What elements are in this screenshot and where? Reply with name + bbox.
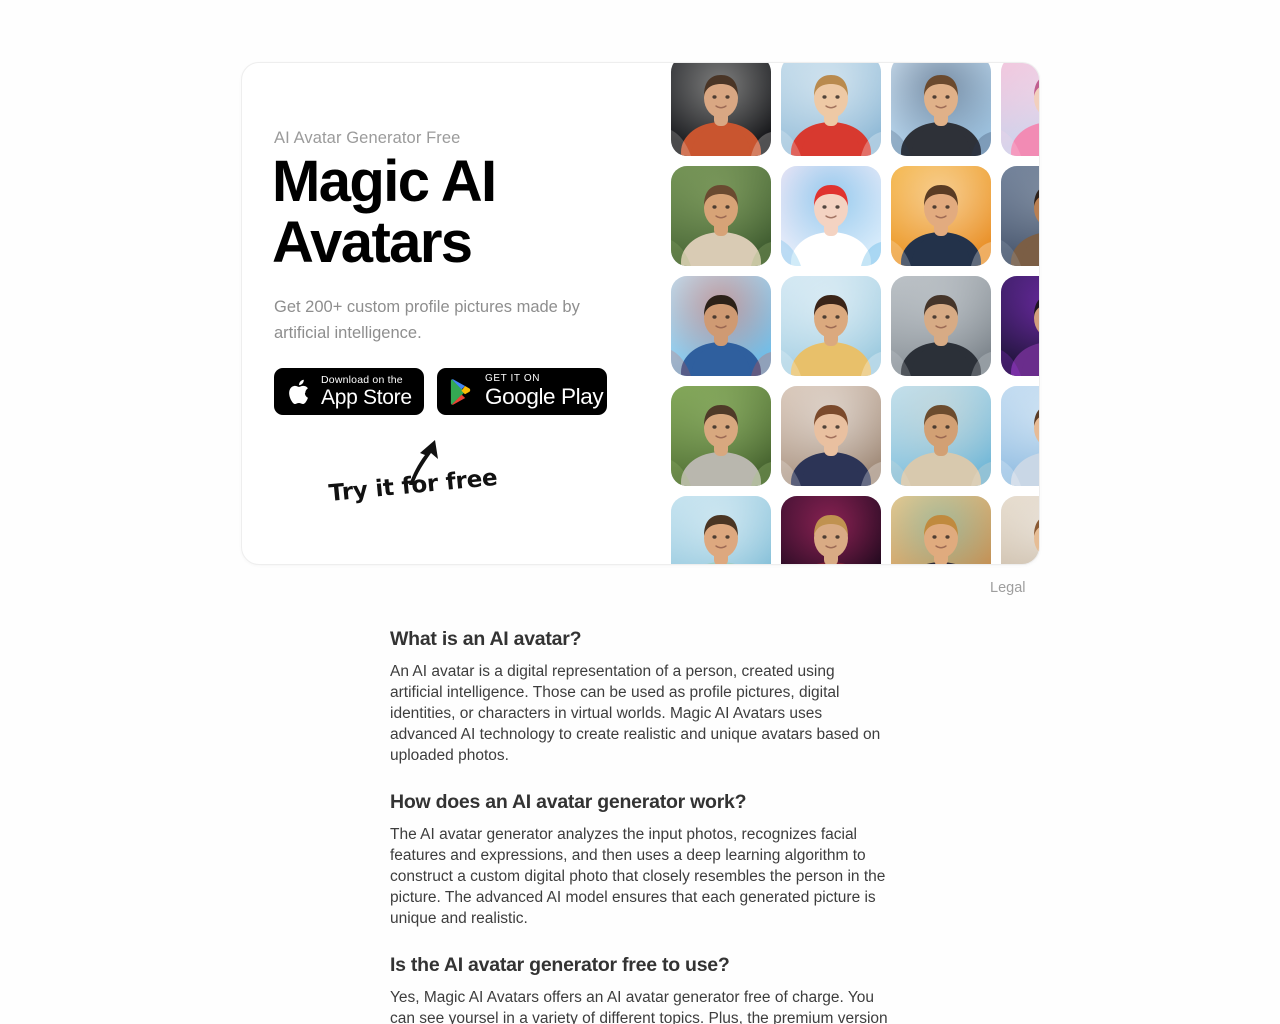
app-store-labels: Download on the App Store — [321, 375, 412, 409]
page-title: Magic AI Avatars — [272, 149, 497, 275]
google-play-labels: GET IT ON Google Play — [485, 373, 604, 410]
faq-item: How does an AI avatar generator work? Th… — [390, 791, 890, 929]
avatar-thumbnail — [781, 386, 881, 486]
avatar-thumbnail — [891, 276, 991, 376]
avatar-thumbnail — [1001, 276, 1039, 376]
landing-page: AI Avatar Generator Free Magic AI Avatar… — [0, 0, 1280, 1024]
avatar-thumbnail — [781, 496, 881, 564]
google-play-small-label: GET IT ON — [485, 373, 541, 385]
try-it-free-annotation: Try it for free — [328, 438, 529, 528]
faq-answer: The AI avatar generator analyzes the inp… — [390, 826, 886, 927]
avatar-thumbnail — [1001, 496, 1039, 564]
app-store-big-label: App Store — [321, 386, 412, 410]
app-store-button[interactable]: Download on the App Store — [274, 368, 424, 415]
google-play-logo-icon — [450, 378, 471, 405]
avatar-thumbnail — [781, 276, 881, 376]
hero-eyebrow: AI Avatar Generator Free — [274, 129, 461, 147]
avatar-thumbnail — [671, 276, 771, 376]
faq-question: What is an AI avatar? — [390, 628, 582, 650]
avatar-thumbnail — [1001, 386, 1039, 486]
avatar-thumbnail — [1001, 166, 1039, 266]
faq-item: Is the AI avatar generator free to use? … — [390, 954, 890, 1024]
faq-answer: An AI avatar is a digital representation… — [390, 663, 881, 764]
avatar-thumbnail — [781, 166, 881, 266]
avatar-thumbnail — [891, 63, 991, 156]
avatar-thumbnail — [671, 63, 771, 156]
faq-item: What is an AI avatar? An AI avatar is a … — [390, 628, 890, 766]
hero-subtitle: Get 200+ custom profile pictures made by… — [274, 298, 580, 342]
hero-card: AI Avatar Generator Free Magic AI Avatar… — [241, 62, 1040, 565]
google-play-big-label: Google Play — [485, 384, 604, 410]
avatar-thumbnail — [891, 496, 991, 564]
avatar-thumbnail — [781, 63, 881, 156]
faq-question: Is the AI avatar generator free to use? — [390, 954, 730, 976]
legal-link[interactable]: Legal — [990, 580, 1025, 596]
avatar-thumbnail — [891, 166, 991, 266]
app-store-small-label: Download on the — [321, 373, 403, 386]
faq-section: What is an AI avatar? An AI avatar is a … — [390, 628, 890, 1024]
faq-question: How does an AI avatar generator work? — [390, 791, 747, 813]
hero-left-column: AI Avatar Generator Free Magic AI Avatar… — [272, 63, 674, 564]
avatar-thumbnail — [671, 386, 771, 486]
faq-answer: Yes, Magic AI Avatars offers an AI avata… — [390, 989, 888, 1024]
avatar-thumbnail — [671, 496, 771, 564]
avatar-thumbnail — [1001, 63, 1039, 156]
store-badges-row: Download on the App Store GET IT ON Goog… — [274, 368, 607, 415]
apple-logo-icon — [289, 379, 308, 404]
avatar-thumbnail — [891, 386, 991, 486]
google-play-button[interactable]: GET IT ON Google Play — [437, 368, 607, 415]
avatar-gallery-grid — [671, 63, 1039, 564]
avatar-thumbnail — [671, 166, 771, 266]
